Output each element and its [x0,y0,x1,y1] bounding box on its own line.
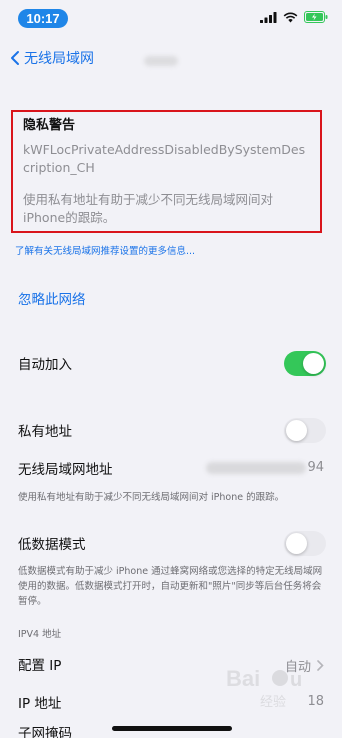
back-label: 无线局域网 [24,51,94,67]
learn-more-link[interactable]: 了解有关无线局域网推荐设置的更多信息... [15,243,195,257]
private-address-note: 使用私有地址有助于减少不同无线局域网间对 iPhone 的跟踪。 [18,492,285,503]
subnet-label: 子网掩码 [18,726,72,738]
status-time: 10:17 [18,9,68,28]
home-indicator [112,726,232,731]
ipv4-section-header: IPV4 地址 [18,629,62,640]
privacy-warning: 隐私警告 kWFLocPrivateAddressDisabledBySyste… [11,110,322,233]
auto-join-toggle[interactable] [284,351,326,376]
toggle-knob [286,533,307,554]
svg-text:经验: 经验 [260,694,286,710]
chevron-left-icon [11,51,19,65]
wifi-address-label: 无线局域网地址 [18,462,113,478]
low-data-row: 低数据模式 [0,521,342,565]
wifi-address-value: 94 [307,460,324,475]
ip-address-label: IP 地址 [18,696,62,712]
private-address-label: 私有地址 [18,424,72,440]
warning-description: 使用私有地址有助于减少不同无线局域网间对iPhone的跟踪。 [23,192,274,225]
auto-join-row: 自动加入 [0,341,342,385]
forget-network-row[interactable]: 忽略此网络 [0,276,342,320]
low-data-toggle[interactable] [284,531,326,556]
svg-text:u: u [290,669,302,691]
back-button[interactable]: 无线局域网 [10,48,94,68]
wifi-icon [283,12,298,22]
navigation-bar: 无线局域网 [0,44,342,74]
low-data-note: 低数据模式有助于减少 iPhone 通过蜂窝网络或您选择的特定无线局域网使用的数… [18,566,323,607]
auto-join-label: 自动加入 [18,357,72,373]
svg-text:Bai: Bai [226,666,260,691]
wifi-address-redacted [206,462,306,474]
wifi-address-row: 无线局域网地址 94 [0,446,342,490]
low-data-label: 低数据模式 [18,537,86,553]
toggle-knob [286,420,307,441]
cellular-signal-icon [260,11,277,23]
status-bar: 10:17 [0,0,342,36]
forget-network-label: 忽略此网络 [18,292,86,308]
baidu-watermark-logo: Bai u 经验 [226,666,302,710]
status-icons [260,11,328,23]
warning-title: 隐私警告 [23,118,76,133]
private-address-toggle[interactable] [284,418,326,443]
configure-ip-label: 配置 IP [18,658,62,674]
warning-code: kWFLocPrivateAddressDisabledBySystemDesc… [23,142,306,175]
toggle-knob [303,353,324,374]
battery-charging-icon [304,11,328,23]
network-name-redacted [144,56,178,66]
